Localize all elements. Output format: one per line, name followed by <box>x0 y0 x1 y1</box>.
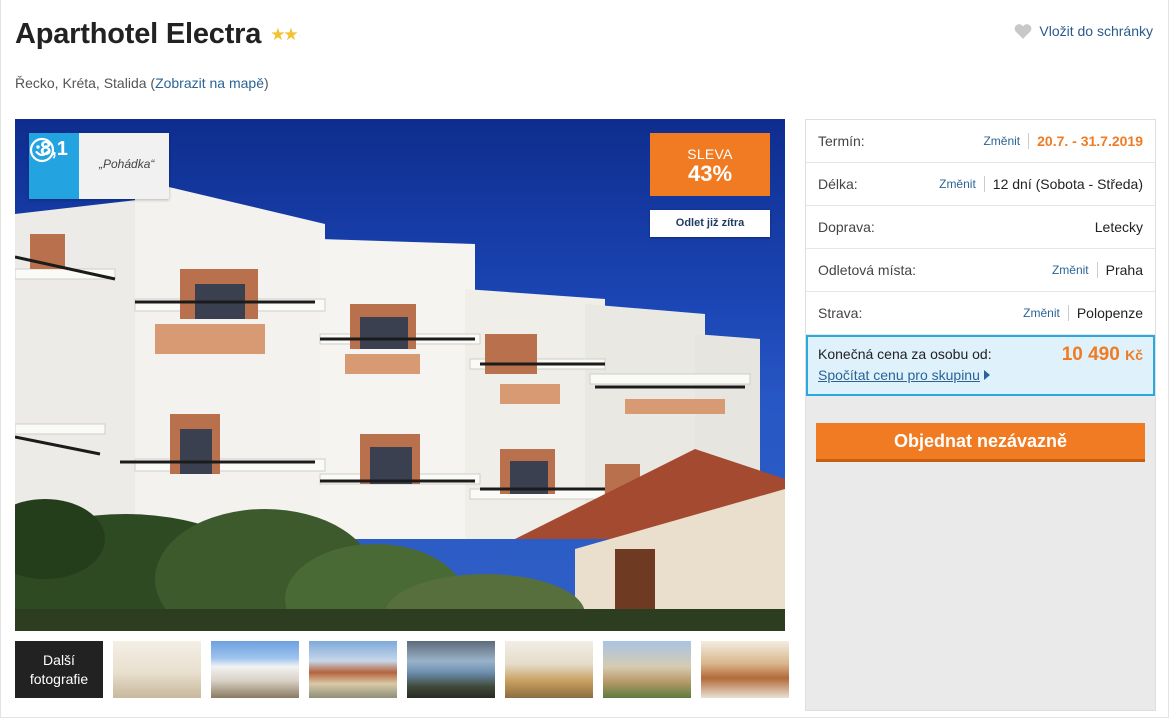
thumbnail[interactable] <box>211 641 299 698</box>
heart-icon <box>1015 24 1032 39</box>
price-currency: Kč <box>1125 347 1143 363</box>
rating-score-box: 8,1 <box>29 133 79 199</box>
thumbnail[interactable] <box>505 641 593 698</box>
location-line: Řecko, Kréta, Stalida (Zobrazit na mapě) <box>15 75 269 91</box>
hotel-detail-page: Aparthotel Electra ★★ Vložit do schránky… <box>0 0 1169 718</box>
change-board-link[interactable]: Změnit <box>1023 305 1069 321</box>
show-map-link[interactable]: Zobrazit na mapě <box>155 75 264 91</box>
price-box: Konečná cena za osobu od: Spočítat cenu … <box>806 335 1155 396</box>
discount-title: SLEVA <box>687 146 733 162</box>
departure-label: Odletová místa: <box>818 262 917 278</box>
change-length-link[interactable]: Změnit <box>939 176 985 192</box>
length-label: Délka: <box>818 176 858 192</box>
discount-value: 43% <box>687 161 733 186</box>
final-price: 10 490 Kč <box>1062 344 1143 366</box>
title-row: Aparthotel Electra ★★ <box>15 18 299 51</box>
thumbnail[interactable] <box>603 641 691 698</box>
rating-label: „Pohádka“ <box>79 133 169 199</box>
departure-row: Odletová místa: Změnit Praha <box>806 249 1155 292</box>
caret-right-icon <box>983 370 990 380</box>
group-price-link[interactable]: Spočítat cenu pro skupinu <box>818 367 1143 383</box>
length-value: 12 dní (Sobota - Středa) <box>992 176 1143 192</box>
thumbnail[interactable] <box>701 641 789 698</box>
booking-panel: Termín: Změnit 20.7. - 31.7.2019 Délka: … <box>805 119 1156 711</box>
thumbnail[interactable] <box>113 641 201 698</box>
departure-value: Praha <box>1105 262 1143 278</box>
group-price-label: Spočítat cenu pro skupinu <box>818 367 980 383</box>
more-photos-label-2: fotografie <box>29 671 89 687</box>
term-value: 20.7. - 31.7.2019 <box>1037 133 1143 149</box>
price-amount: 10 490 <box>1061 344 1120 365</box>
photo-thumbnails: Další fotografie <box>15 641 789 698</box>
transport-value: Letecky <box>1094 219 1143 235</box>
thumbnail[interactable] <box>309 641 397 698</box>
transport-label: Doprava: <box>818 219 875 235</box>
add-to-favorites-button[interactable]: Vložit do schránky <box>1014 23 1153 39</box>
change-departure-link[interactable]: Změnit <box>1052 262 1098 278</box>
more-photos-label-1: Další <box>43 652 75 668</box>
length-row: Délka: Změnit 12 dní (Sobota - Středa) <box>806 163 1155 206</box>
star-rating: ★★ <box>270 24 299 44</box>
hotel-name: Aparthotel Electra <box>15 18 262 50</box>
term-row: Termín: Změnit 20.7. - 31.7.2019 <box>806 120 1155 163</box>
location-text: Řecko, Kréta, Stalida ( <box>15 75 156 91</box>
discount-badge: SLEVA 43% <box>650 133 770 196</box>
smiley-icon <box>29 137 55 163</box>
board-value: Polopenze <box>1076 305 1143 321</box>
location-suffix: ) <box>264 75 269 91</box>
main-photo[interactable]: 8,1 „Pohádka“ SLEVA 43% Odlet již zítra <box>15 119 785 631</box>
rating-badge[interactable]: 8,1 „Pohádka“ <box>29 133 169 199</box>
more-photos-button[interactable]: Další fotografie <box>15 641 103 698</box>
thumbnail[interactable] <box>407 641 495 698</box>
board-label: Strava: <box>818 305 863 321</box>
favorites-label: Vložit do schránky <box>1039 23 1153 39</box>
board-row: Strava: Změnit Polopenze <box>806 292 1155 335</box>
transport-row: Doprava: Letecky <box>806 206 1155 249</box>
change-term-link[interactable]: Změnit <box>983 133 1030 149</box>
term-label: Termín: <box>818 133 865 149</box>
departure-tomorrow-button[interactable]: Odlet již zítra <box>650 210 770 237</box>
order-button[interactable]: Objednat nezávazně <box>816 423 1145 462</box>
